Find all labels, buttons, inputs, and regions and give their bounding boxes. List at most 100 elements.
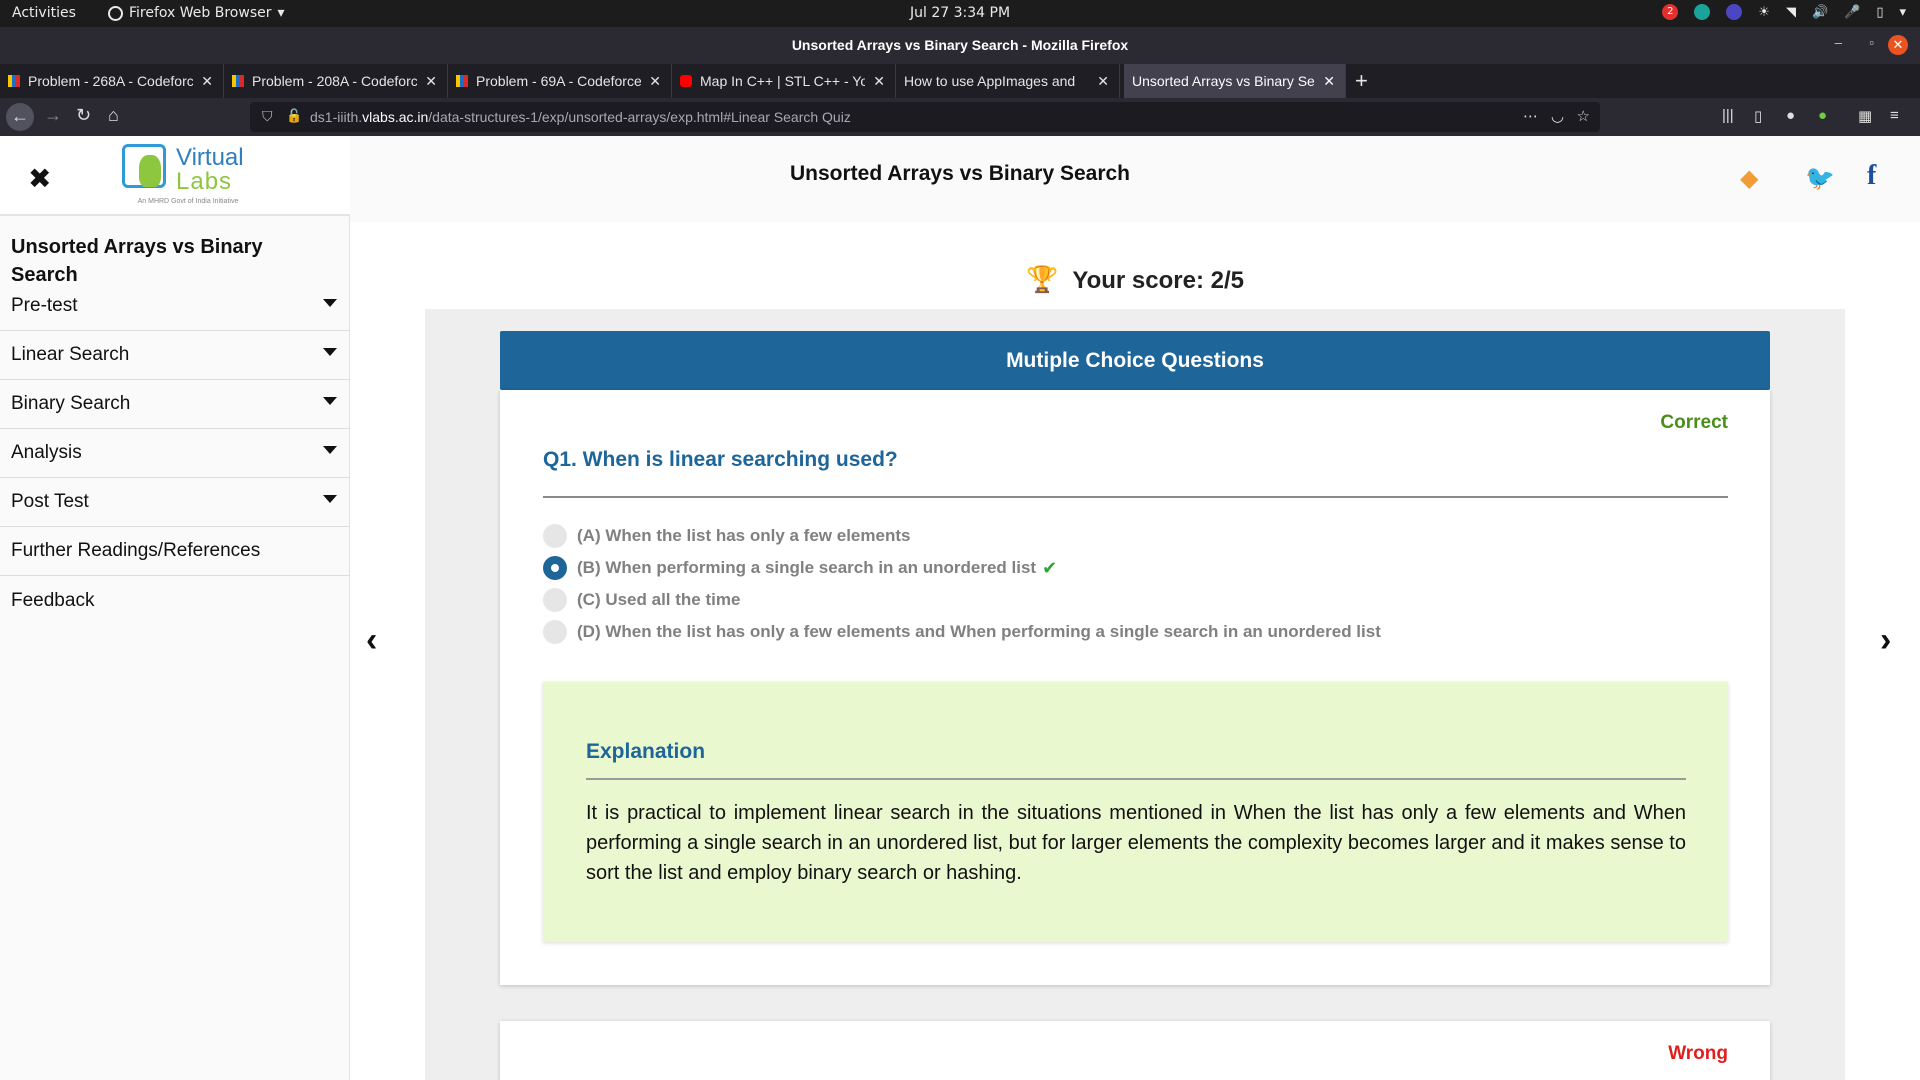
sidebar-item-binary-search[interactable]: Binary Search xyxy=(0,380,349,429)
close-icon[interactable]: ✖ xyxy=(28,162,51,195)
checkmark-icon: ✔ xyxy=(1042,557,1058,578)
app-menu[interactable]: Firefox Web Browser ▾ xyxy=(108,5,285,21)
option-label: (A) When the list has only a few element… xyxy=(577,526,911,545)
page-actions-icon[interactable]: ⋯ xyxy=(1523,107,1538,125)
system-top-bar: Activities Firefox Web Browser ▾ Jul 27 … xyxy=(0,0,1920,27)
question-text: Q1. When is linear searching used? xyxy=(543,448,898,471)
sidebar-item-label: Analysis xyxy=(11,442,82,463)
hamburger-menu-icon[interactable]: ≡ xyxy=(1890,107,1899,124)
question-card: Correct Q1. When is linear searching use… xyxy=(500,390,1770,985)
insecure-lock-icon[interactable]: 🔓 xyxy=(286,108,302,124)
library-icon[interactable]: ||| xyxy=(1722,107,1734,124)
caret-down-icon[interactable] xyxy=(323,299,337,307)
tab-problem-268a[interactable]: Problem - 268A - Codeforces ✕ xyxy=(0,64,224,98)
app-menu-label: Firefox Web Browser xyxy=(129,5,272,21)
tab-appimages[interactable]: How to use AppImages and ✕ xyxy=(896,64,1120,98)
sidebar-item-linear-search[interactable]: Linear Search xyxy=(0,331,349,380)
sidebar-item-post-test[interactable]: Post Test xyxy=(0,478,349,527)
reload-button[interactable]: ↻ xyxy=(76,105,91,126)
sidebar-title: Unsorted Arrays vs Binary Search xyxy=(11,236,263,286)
sidebar-item-feedback[interactable]: Feedback xyxy=(0,576,349,625)
new-tab-button[interactable]: + xyxy=(1355,68,1368,94)
extensions-puzzle-icon[interactable]: ▦ xyxy=(1858,107,1872,125)
forward-button[interactable]: → xyxy=(44,105,62,126)
close-tab-icon[interactable]: ✕ xyxy=(1097,73,1109,90)
sidebar-item-pre-test[interactable]: Pre-test xyxy=(0,282,349,331)
codeforces-icon xyxy=(456,75,468,87)
twitter-icon[interactable]: 🐦 xyxy=(1805,164,1835,193)
main-content: Unsorted Arrays vs Binary Search ◆ 🐦 f 🏆… xyxy=(350,136,1920,1080)
status-badge-correct: Correct xyxy=(1660,412,1728,433)
option-a[interactable]: (A) When the list has only a few element… xyxy=(543,520,1381,552)
facebook-icon[interactable]: f xyxy=(1867,160,1876,192)
clock[interactable]: Jul 27 3:34 PM xyxy=(910,5,1010,21)
window-titlebar: Unsorted Arrays vs Binary Search - Mozil… xyxy=(0,27,1920,64)
main-header: Unsorted Arrays vs Binary Search ◆ 🐦 f xyxy=(350,136,1920,222)
home-button[interactable]: ⌂ xyxy=(108,105,119,126)
tab-youtube-map[interactable]: Map In C++ | STL C++ - YouTube ✕ xyxy=(672,64,896,98)
question-divider xyxy=(543,496,1728,498)
tab-label: Problem - 268A - Codeforces xyxy=(28,73,194,89)
gitlab-icon[interactable]: ◆ xyxy=(1740,164,1758,193)
caret-down-icon[interactable] xyxy=(323,348,337,356)
sidebar-item-label: Further Readings/References xyxy=(11,540,261,561)
caret-down-icon[interactable] xyxy=(323,397,337,405)
page-title: Unsorted Arrays vs Binary Search xyxy=(789,162,1131,185)
back-button[interactable]: ← xyxy=(6,103,34,131)
sidebar-toggle-icon[interactable]: ▯ xyxy=(1754,107,1762,125)
caret-down-icon[interactable] xyxy=(323,495,337,503)
tab-problem-69a[interactable]: Problem - 69A - Codeforces ✕ xyxy=(448,64,672,98)
minimize-button[interactable]: – xyxy=(1835,35,1842,50)
option-label: (C) Used all the time xyxy=(577,590,741,609)
next-question-arrow[interactable]: › xyxy=(1880,621,1891,660)
close-tab-icon[interactable]: ✕ xyxy=(425,73,437,90)
sidebar-item-further-readings[interactable]: Further Readings/References xyxy=(0,527,349,576)
url-bar[interactable]: ⛉ 🔓 ds1-iiith.vlabs.ac.in/data-structure… xyxy=(250,102,1600,132)
radio-button[interactable] xyxy=(543,588,567,612)
url-text[interactable]: ds1-iiith.vlabs.ac.in/data-structures-1/… xyxy=(310,109,851,125)
option-label: (B) When performing a single search in a… xyxy=(577,558,1037,577)
radio-button[interactable] xyxy=(543,524,567,548)
bookmark-star-icon[interactable]: ☆ xyxy=(1577,107,1590,125)
radio-button[interactable] xyxy=(543,620,567,644)
maximize-button[interactable]: ▫ xyxy=(1869,35,1874,50)
tab-label: Problem - 69A - Codeforces xyxy=(476,73,642,89)
sidebar-item-analysis[interactable]: Analysis xyxy=(0,429,349,478)
previous-question-arrow[interactable]: ‹ xyxy=(366,621,377,660)
close-tab-icon[interactable]: ✕ xyxy=(873,73,885,90)
question-card-2: Wrong xyxy=(500,1021,1770,1080)
navigation-toolbar: ← → ↻ ⌂ ⛉ 🔓 ds1-iiith.vlabs.ac.in/data-s… xyxy=(0,98,1920,136)
tab-bar: Problem - 268A - Codeforces ✕ Problem - … xyxy=(0,64,1920,98)
system-tray[interactable]: 2 ☀ ◥ 🔊 🎤 ▯ ▾ xyxy=(1662,4,1906,20)
account-icon[interactable]: ● xyxy=(1786,107,1795,124)
tab-unsorted-arrays[interactable]: Unsorted Arrays vs Binary Search ✕ xyxy=(1124,64,1346,98)
option-c[interactable]: (C) Used all the time xyxy=(543,584,1381,616)
close-window-button[interactable]: ✕ xyxy=(1888,35,1908,55)
logo-tagline: An MHRD Govt of India Initiative xyxy=(137,198,239,205)
trophy-icon: 🏆 xyxy=(1026,264,1059,294)
caret-down-icon[interactable] xyxy=(323,446,337,454)
tab-label: Unsorted Arrays vs Binary Search xyxy=(1132,73,1315,89)
close-tab-icon[interactable]: ✕ xyxy=(1323,73,1335,90)
extension-green-icon[interactable]: ● xyxy=(1818,107,1827,124)
pocket-icon[interactable]: ◡ xyxy=(1551,107,1564,125)
sync-icon[interactable] xyxy=(1694,4,1711,20)
youtube-icon xyxy=(680,75,692,87)
close-tab-icon[interactable]: ✕ xyxy=(201,73,213,90)
tab-label: Map In C++ | STL C++ - YouTube xyxy=(700,73,865,89)
tab-problem-208a[interactable]: Problem - 208A - Codeforces ✕ xyxy=(224,64,448,98)
notification-badge[interactable]: 2 xyxy=(1662,4,1679,20)
codeforces-icon xyxy=(232,75,244,87)
close-tab-icon[interactable]: ✕ xyxy=(649,73,661,90)
answer-options: (A) When the list has only a few element… xyxy=(543,520,1381,648)
option-b[interactable]: (B) When performing a single search in a… xyxy=(543,552,1381,584)
shield-icon[interactable]: ⛉ xyxy=(262,108,273,125)
radio-button-selected[interactable] xyxy=(543,556,567,580)
activities-button[interactable]: Activities xyxy=(12,5,76,21)
extension-icon[interactable] xyxy=(1726,4,1743,20)
score-text: Your score: 2/5 xyxy=(1072,267,1244,294)
power-icon[interactable]: ▾ xyxy=(1899,5,1906,20)
chevron-down-icon: ▾ xyxy=(277,5,285,21)
virtual-labs-logo[interactable]: Virtual Labs An MHRD Govt of India Initi… xyxy=(118,140,248,210)
option-d[interactable]: (D) When the list has only a few element… xyxy=(543,616,1381,648)
